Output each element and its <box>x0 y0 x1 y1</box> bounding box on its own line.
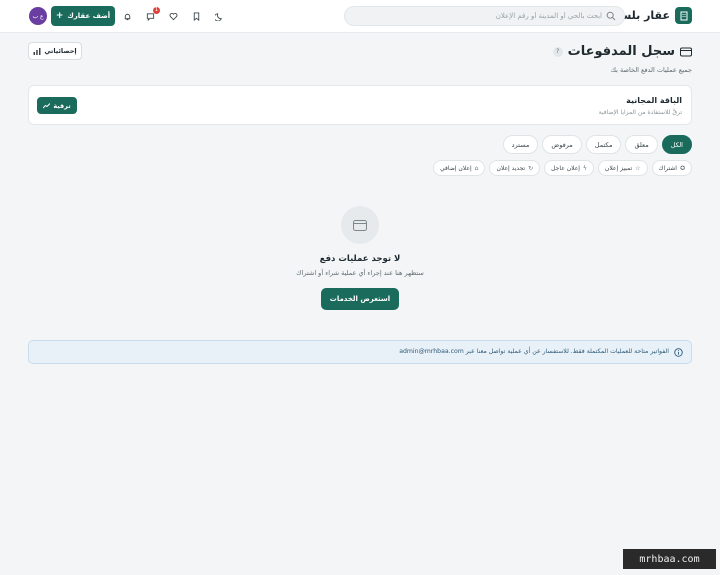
browse-services-button[interactable]: استعرض الخدمات <box>321 288 399 310</box>
filter-label: إعلان عاجل <box>551 164 580 172</box>
plan-description: ترقَّ للاستفادة من المزايا الإضافية <box>598 109 682 116</box>
star-icon: ✪ <box>679 164 685 172</box>
refresh-icon: ↻ <box>528 164 534 172</box>
filter-extra-ad[interactable]: ⌂ إعلان إضافي <box>433 160 486 176</box>
search-icon <box>606 11 616 21</box>
chat-icon[interactable]: 1 <box>144 7 160 22</box>
upgrade-label: ترقية <box>53 101 71 110</box>
add-property-button[interactable]: أضف عقارك + <box>51 6 115 26</box>
info-banner-text: الفواتير متاحة للعمليات المكتملة فقط. لل… <box>399 348 669 355</box>
filter-label: اشتراك <box>658 164 677 172</box>
upgrade-button[interactable]: ترقية <box>37 97 77 114</box>
star-icon: ☆ <box>635 164 641 172</box>
filter-label: تمييز إعلان <box>604 164 633 172</box>
moon-icon[interactable] <box>213 10 225 22</box>
bookmark-icon[interactable] <box>190 10 202 22</box>
empty-state-title: لا توجد عمليات دفع <box>319 254 401 264</box>
info-banner: الفواتير متاحة للعمليات المكتملة فقط. لل… <box>28 340 692 364</box>
trend-up-icon <box>43 102 51 108</box>
filter-urgent-ad[interactable]: ϟ إعلان عاجل <box>544 160 594 176</box>
heart-icon[interactable] <box>167 10 179 22</box>
empty-state-description: ستظهر هنا عند إجراء أي عملية شراء أو اشت… <box>296 269 424 277</box>
filter-subscription[interactable]: ✪ اشتراك <box>651 160 692 176</box>
tab-refunded[interactable]: مسترد <box>502 135 539 154</box>
top-header: عقار بلس 1 أضف عقارك + ع ب <box>0 0 720 33</box>
search-bar <box>344 6 625 26</box>
home-icon: ⌂ <box>474 164 479 172</box>
my-stats-label: إحصائياتي <box>44 47 77 55</box>
bell-icon[interactable] <box>121 10 133 22</box>
filter-label: إعلان إضافي <box>440 164 472 172</box>
chart-icon <box>33 47 41 55</box>
type-filters: ✪ اشتراك ☆ تمييز إعلان ϟ إعلان عاجل ↻ تج… <box>433 160 692 176</box>
tab-pending[interactable]: معلق <box>625 135 658 154</box>
filter-renew-ad[interactable]: ↻ تجديد إعلان <box>489 160 541 176</box>
page-subtitle: جميع عمليات الدفع الخاصة بك <box>610 66 692 74</box>
bolt-icon: ϟ <box>582 164 587 172</box>
avatar[interactable]: ع ب <box>29 7 47 25</box>
filter-feature-ad[interactable]: ☆ تمييز إعلان <box>597 160 648 176</box>
watermark: mrhbaa.com <box>623 549 716 569</box>
tab-rejected[interactable]: مرفوض <box>542 135 582 154</box>
add-property-label: أضف عقارك <box>67 12 111 20</box>
plus-icon: + <box>55 11 64 21</box>
empty-card-icon <box>341 206 379 244</box>
notification-badge: 1 <box>153 7 160 14</box>
page-title: سجل المدفوعات <box>567 44 675 59</box>
filter-label: تجديد إعلان <box>496 164 526 172</box>
card-icon <box>680 47 692 56</box>
help-icon[interactable]: ? <box>552 46 563 57</box>
plan-card: الباقة المجانية ترقَّ للاستفادة من المزا… <box>28 85 692 125</box>
search-input[interactable] <box>353 12 602 20</box>
info-icon <box>674 348 683 357</box>
status-tabs: الكل معلق مكتمل مرفوض مسترد <box>502 135 692 154</box>
building-icon[interactable] <box>675 7 692 24</box>
tab-completed[interactable]: مكتمل <box>585 135 622 154</box>
tab-all[interactable]: الكل <box>661 135 692 154</box>
plan-name: الباقة المجانية <box>626 96 682 105</box>
my-stats-button[interactable]: إحصائياتي <box>28 42 82 60</box>
page-title-row: سجل المدفوعات ? <box>552 44 692 59</box>
